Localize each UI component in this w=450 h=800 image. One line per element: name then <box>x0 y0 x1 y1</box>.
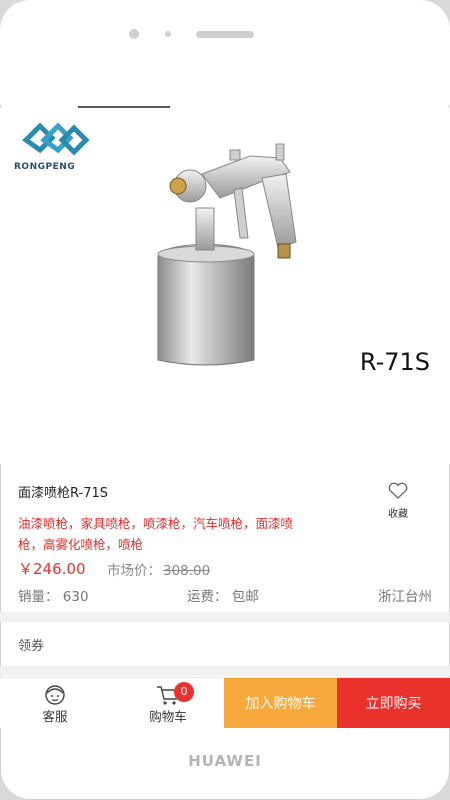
brand-logo-icon <box>22 122 90 156</box>
heart-icon <box>388 482 408 499</box>
market-price-label: 市场价： <box>107 563 161 579</box>
product-stats: 销量： 630 运费： 包邮 浙江台州 <box>0 585 450 607</box>
keywords-line-2: 枪，高雾化喷枪，喷枪 <box>18 537 144 552</box>
add-to-cart-button[interactable]: 加入购物车 <box>224 678 337 728</box>
spray-gun-image <box>157 143 297 366</box>
market-price-row: 市场价： 308.00 <box>107 559 210 579</box>
favorite-label: 收藏 <box>388 509 408 520</box>
bottom-action-bar: 客服 0 购物车 加入购物车 立即购买 <box>0 677 450 728</box>
customer-service-icon <box>45 685 65 705</box>
model-number-label: R-71S <box>359 348 430 376</box>
keywords-line-1: 油漆喷枪，家具喷枪，喷漆枪，汽车喷枪，面漆喷 <box>18 516 294 531</box>
brand-logo-text: RONGPENG <box>14 162 76 172</box>
phone-frame: RONGPENG R-71S 面漆喷枪R-71S 收藏 油漆喷枪，家具喷枪，喷漆… <box>0 0 450 800</box>
customer-service-button[interactable]: 客服 <box>30 678 80 728</box>
origin-location: 浙江台州 <box>378 589 432 605</box>
current-price: ￥246.00 <box>18 560 86 578</box>
market-price-value: 308.00 <box>163 563 211 579</box>
front-camera <box>129 29 139 39</box>
cart-button[interactable]: 0 购物车 <box>138 678 198 728</box>
product-image[interactable]: RONGPENG R-71S <box>0 108 450 464</box>
sales-count: 销量： 630 <box>18 589 89 605</box>
shipping-fee: 运费： 包邮 <box>187 589 259 605</box>
coupon-row[interactable]: 领券 <box>18 635 44 654</box>
section-divider <box>0 612 450 622</box>
section-divider <box>0 666 450 676</box>
buy-now-button[interactable]: 立即购买 <box>337 678 450 728</box>
device-brand-label: HUAWEI <box>188 752 262 770</box>
sensor-dot <box>165 31 171 37</box>
product-keywords: 油漆喷枪，家具喷枪，喷漆枪，汽车喷枪，面漆喷 枪，高雾化喷枪，喷枪 <box>18 513 348 555</box>
favorite-button[interactable]: 收藏 <box>380 482 416 520</box>
top-bezel <box>0 0 450 105</box>
cart-count-badge: 0 <box>174 682 194 702</box>
customer-service-label: 客服 <box>42 709 68 724</box>
earpiece-speaker <box>196 31 254 38</box>
cart-label: 购物车 <box>149 709 187 724</box>
product-title: 面漆喷枪R-71S <box>18 486 108 501</box>
